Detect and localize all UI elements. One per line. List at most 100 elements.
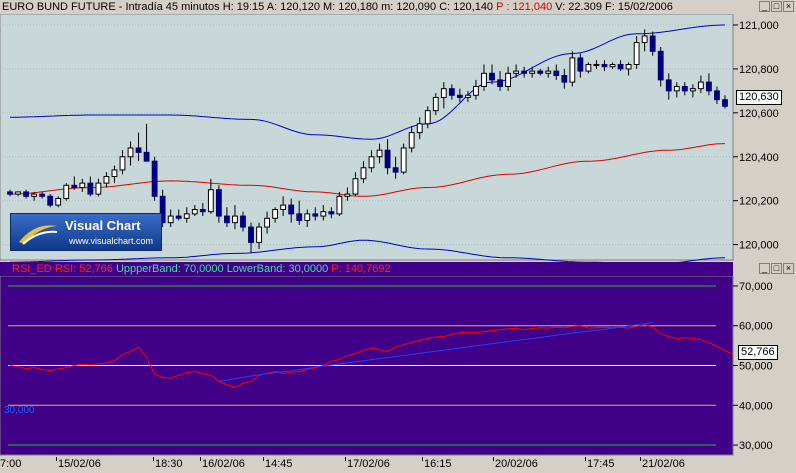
candle-up [400,147,407,173]
candle-up [408,132,415,149]
x-axis-tick [56,457,57,461]
candle-up [111,169,118,178]
candle-up [191,208,198,215]
rsi-indicator-name: RSI_ED [12,263,52,275]
x-axis-label: 14:45 [265,458,293,470]
main-window-buttons: _ □ × [759,1,794,12]
x-axis-tick [640,457,641,461]
candle-down [384,149,391,169]
rsi-value-tag: 52,766 [738,345,778,360]
candle-up [424,110,431,125]
x-axis-label: 17:45 [587,458,615,470]
candle-up [505,72,511,87]
candle-up [127,147,134,158]
candle-down [39,193,46,197]
candle-up [15,191,21,195]
candle-up [320,211,327,217]
candle-up [625,64,632,70]
candle-down [87,182,94,195]
candle-down [215,189,222,217]
candle-down [561,75,568,83]
candle-up [376,149,383,158]
x-axis-tick [200,457,201,461]
candle-up [272,208,279,219]
candle-down [175,215,182,219]
rsi-chart[interactable]: 70,000 60,000 50,000 40,000 30,000 [0,276,796,457]
x-axis-tick [493,457,494,461]
candle-up [336,195,343,215]
rsi-pane: RSI_ED RSI: 52,766 UppperBand: 70,0000 L… [0,262,796,457]
candle-down [392,167,399,173]
rsi-minimize-button[interactable]: _ [759,263,770,274]
candle-up [95,182,102,195]
x-axis-label: 20/02/06 [495,458,538,470]
candle-up [63,184,70,199]
rsi-window-buttons: _ □ × [759,263,794,274]
close-button[interactable]: × [783,1,794,12]
rsi-close-button[interactable]: × [783,263,794,274]
candle-up [465,94,471,98]
candle-down [714,90,720,101]
rsi-upper-band-label: UppperBand: 70,0000 [115,263,224,275]
price-tick-label: 120,800 [739,64,779,76]
rsi-maximize-button[interactable]: □ [771,263,782,274]
candle-down [448,88,455,96]
candle-up [256,226,262,243]
candle-down [706,81,712,92]
x-axis-label: 15/02/06 [58,458,101,470]
rsi-value-label: RSI: 52,766 [54,263,113,275]
x-axis: 7:00 15/02/06 18:30 16/02/06 14:45 17/02/06 16… [0,457,796,473]
stat-date: F: 15/02/2006 [605,1,673,13]
x-axis-tick [585,457,586,461]
rsi-tick-label: 60,000 [739,321,773,333]
candle-up [280,204,287,210]
candle-up [585,64,592,72]
price-tick-label: 120,000 [739,240,779,252]
minimize-button[interactable]: _ [759,1,770,12]
logo-title: Visual Chart [65,218,141,233]
candle-up [103,176,110,184]
candle-up [481,72,487,87]
candle-up [689,88,696,92]
visual-chart-logo: Visual Chart www.visualchart.com [10,213,162,251]
candle-up [352,178,359,195]
candle-down [497,79,503,87]
rsi-tick-label: 70,000 [739,281,773,293]
candle-up [31,193,38,197]
rsi-tick-label: 40,000 [739,400,773,412]
candle-up [513,70,520,74]
candle-down [665,79,672,92]
candle-down [240,215,246,228]
candle-down [577,57,584,72]
stat-previous: P : 121,040 [496,1,553,13]
x-axis-label: 16:15 [424,458,452,470]
candle-down [47,195,54,206]
last-price-tag: 120,630 [736,90,782,105]
candle-up [633,42,640,66]
maximize-button[interactable]: □ [771,1,782,12]
x-axis-tick [263,457,264,461]
candle-down [224,215,230,224]
candle-up [207,189,214,213]
rsi-left-tag: 30,000 [4,405,35,416]
candle-down [681,85,688,92]
candle-up [673,85,680,92]
candle-up [545,70,552,74]
candle-up [183,213,190,219]
candle-up [232,215,238,224]
candle-down [489,72,495,81]
price-tick-label: 120,400 [739,152,779,164]
x-axis-tick [345,457,346,461]
candle-down [199,208,206,213]
candle-up [304,213,311,221]
stat-close: C: 120,140 [439,1,494,13]
x-axis-label: 18:30 [155,458,183,470]
main-title-bar: EURO BUND FUTURE - Intradía 45 minutos H… [0,0,673,14]
x-axis-label: 17/02/06 [347,458,390,470]
candle-up [569,57,576,83]
candle-down [601,64,608,68]
candle-up [641,35,648,44]
candle-down [151,160,158,197]
candle-down [248,226,254,243]
x-axis-label: 16/02/06 [202,458,245,470]
